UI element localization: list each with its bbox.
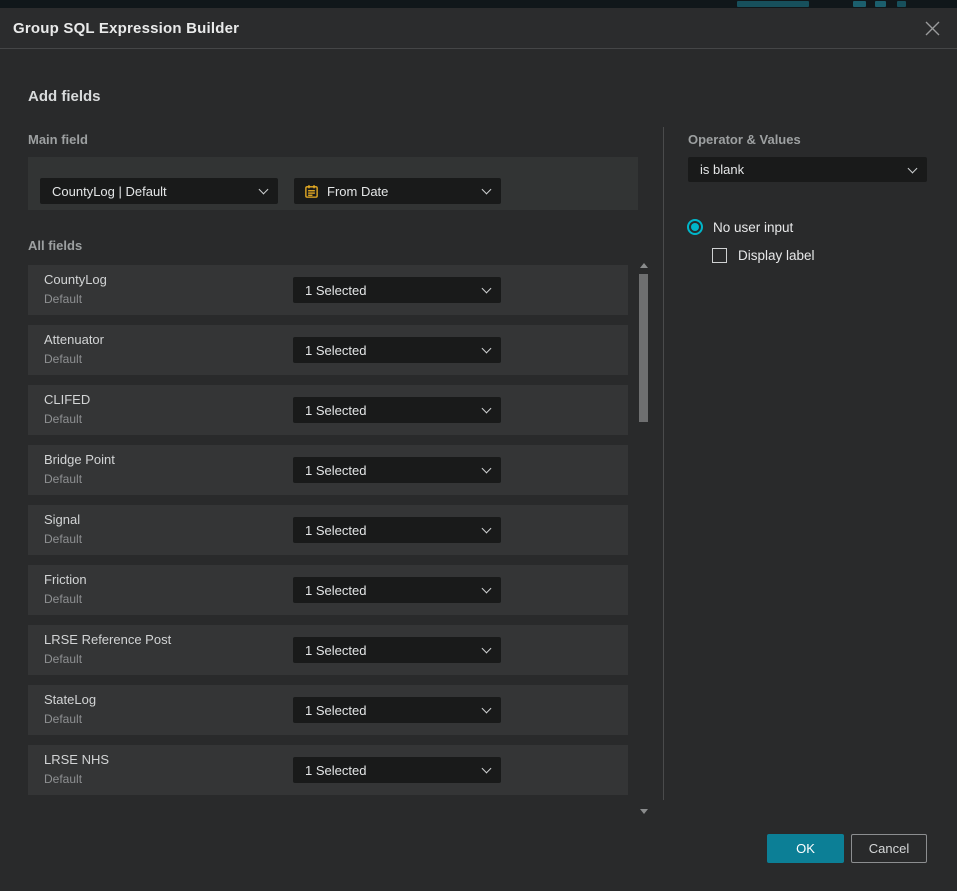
- operator-dropdown-value: is blank: [700, 162, 744, 177]
- field-row: Signal Default 1 Selected: [28, 505, 628, 555]
- field-selection-dropdown[interactable]: 1 Selected: [293, 277, 501, 303]
- radio-selected-icon: [687, 219, 703, 235]
- field-subtitle: Default: [44, 412, 82, 426]
- chevron-down-icon: [482, 644, 492, 654]
- field-row: Bridge Point Default 1 Selected: [28, 445, 628, 495]
- main-field-label: Main field: [28, 132, 88, 147]
- field-name: LRSE Reference Post: [44, 632, 171, 647]
- chevron-down-icon: [482, 344, 492, 354]
- main-layer-dropdown[interactable]: CountyLog | Default: [40, 178, 278, 204]
- field-row: LRSE Reference Post Default 1 Selected: [28, 625, 628, 675]
- calendar-icon: [304, 184, 319, 199]
- dialog-titlebar: Group SQL Expression Builder: [0, 8, 957, 49]
- field-row: CountyLog Default 1 Selected: [28, 265, 628, 315]
- group-sql-expression-builder-dialog: Group SQL Expression Builder Add fields …: [0, 8, 957, 891]
- chevron-down-icon: [259, 185, 269, 195]
- field-selection-value: 1 Selected: [305, 703, 366, 718]
- field-selection-dropdown[interactable]: 1 Selected: [293, 697, 501, 723]
- chevron-down-icon: [482, 404, 492, 414]
- background-fragment: [875, 1, 886, 7]
- field-subtitle: Default: [44, 772, 82, 786]
- main-date-field-dropdown[interactable]: From Date: [294, 178, 501, 204]
- screen: Group SQL Expression Builder Add fields …: [0, 0, 957, 891]
- field-subtitle: Default: [44, 352, 82, 366]
- chevron-down-icon: [908, 163, 918, 173]
- all-fields-label: All fields: [28, 238, 82, 253]
- display-label-checkbox[interactable]: Display label: [712, 248, 815, 263]
- main-layer-dropdown-value: CountyLog | Default: [52, 184, 167, 199]
- add-fields-heading: Add fields: [28, 88, 101, 105]
- field-row: Attenuator Default 1 Selected: [28, 325, 628, 375]
- chevron-down-icon: [482, 584, 492, 594]
- field-row: CLIFED Default 1 Selected: [28, 385, 628, 435]
- field-selection-value: 1 Selected: [305, 583, 366, 598]
- field-subtitle: Default: [44, 712, 82, 726]
- field-subtitle: Default: [44, 292, 82, 306]
- background-fragment: [737, 1, 809, 7]
- background-fragment: [853, 1, 866, 7]
- chevron-down-icon: [482, 284, 492, 294]
- field-selection-dropdown[interactable]: 1 Selected: [293, 337, 501, 363]
- field-selection-dropdown[interactable]: 1 Selected: [293, 757, 501, 783]
- field-selection-dropdown[interactable]: 1 Selected: [293, 637, 501, 663]
- no-user-input-label: No user input: [713, 220, 793, 235]
- field-subtitle: Default: [44, 652, 82, 666]
- no-user-input-radio[interactable]: No user input: [687, 219, 793, 235]
- field-name: CountyLog: [44, 272, 107, 287]
- fields-scrollbar[interactable]: [639, 263, 649, 814]
- field-selection-dropdown[interactable]: 1 Selected: [293, 517, 501, 543]
- field-row: Friction Default 1 Selected: [28, 565, 628, 615]
- field-name: Attenuator: [44, 332, 104, 347]
- field-name: LRSE NHS: [44, 752, 109, 767]
- field-selection-value: 1 Selected: [305, 403, 366, 418]
- field-name: StateLog: [44, 692, 96, 707]
- chevron-down-icon: [482, 704, 492, 714]
- scrollbar-thumb[interactable]: [639, 274, 648, 422]
- chevron-down-icon: [482, 524, 492, 534]
- field-name: Friction: [44, 572, 87, 587]
- checkbox-unchecked-icon: [712, 248, 727, 263]
- field-selection-value: 1 Selected: [305, 643, 366, 658]
- field-selection-dropdown[interactable]: 1 Selected: [293, 457, 501, 483]
- operator-dropdown[interactable]: is blank: [688, 157, 927, 182]
- all-fields-list: CountyLog Default 1 Selected Attenuator …: [28, 265, 628, 798]
- main-date-field-value: From Date: [327, 184, 388, 199]
- field-subtitle: Default: [44, 472, 82, 486]
- field-selection-value: 1 Selected: [305, 463, 366, 478]
- field-row: LRSE NHS Default 1 Selected: [28, 745, 628, 795]
- chevron-down-icon: [482, 464, 492, 474]
- cancel-button[interactable]: Cancel: [851, 834, 927, 863]
- scrollbar-up-arrow-icon[interactable]: [640, 263, 648, 268]
- background-app-strip: [0, 0, 957, 8]
- field-name: Signal: [44, 512, 80, 527]
- scrollbar-down-arrow-icon[interactable]: [640, 809, 648, 814]
- field-name: Bridge Point: [44, 452, 115, 467]
- field-selection-dropdown[interactable]: 1 Selected: [293, 577, 501, 603]
- field-subtitle: Default: [44, 592, 82, 606]
- close-icon[interactable]: [923, 19, 942, 38]
- field-name: CLIFED: [44, 392, 90, 407]
- operator-values-label: Operator & Values: [688, 132, 801, 147]
- main-field-panel: CountyLog | Default From Date: [28, 157, 638, 210]
- field-selection-dropdown[interactable]: 1 Selected: [293, 397, 501, 423]
- dialog-title: Group SQL Expression Builder: [13, 8, 239, 49]
- field-selection-value: 1 Selected: [305, 763, 366, 778]
- field-row: StateLog Default 1 Selected: [28, 685, 628, 735]
- display-label-text: Display label: [738, 248, 815, 263]
- panel-divider: [663, 127, 664, 800]
- background-fragment: [897, 1, 906, 7]
- field-selection-value: 1 Selected: [305, 343, 366, 358]
- chevron-down-icon: [482, 185, 492, 195]
- ok-button[interactable]: OK: [767, 834, 844, 863]
- chevron-down-icon: [482, 764, 492, 774]
- field-selection-value: 1 Selected: [305, 283, 366, 298]
- field-selection-value: 1 Selected: [305, 523, 366, 538]
- field-subtitle: Default: [44, 532, 82, 546]
